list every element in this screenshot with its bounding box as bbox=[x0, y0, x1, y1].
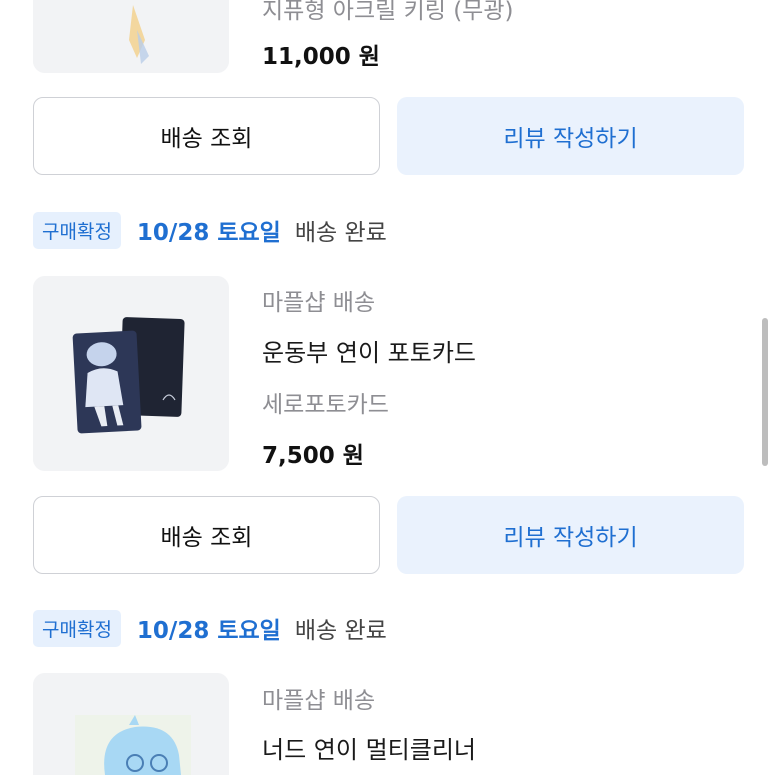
status-badge: 구매확정 bbox=[33, 211, 121, 249]
order-status-row: 구매확정 10/28 토요일 배송 완료 bbox=[33, 211, 387, 249]
product-title[interactable]: 너드 연이 멀티클리너 bbox=[262, 730, 476, 765]
shipping-label: 마플샵 배송 bbox=[262, 290, 376, 316]
product-price: 11,000 원 bbox=[262, 44, 380, 70]
track-delivery-button[interactable]: 배송 조회 bbox=[33, 496, 380, 574]
write-review-button[interactable]: 리뷰 작성하기 bbox=[397, 496, 744, 574]
delivery-status: 배송 완료 bbox=[294, 618, 387, 644]
product-thumbnail[interactable] bbox=[33, 276, 229, 471]
shipping-label: 마플샵 배송 bbox=[262, 688, 376, 714]
scrollbar-thumb[interactable] bbox=[762, 318, 768, 466]
order-date: 10/28 토요일 bbox=[136, 618, 281, 644]
product-option: 지퓨형 아크릴 키링 (무광) bbox=[262, 0, 514, 24]
photocard-image bbox=[33, 276, 229, 471]
order-status-row: 구매확정 10/28 토요일 배송 완료 bbox=[33, 609, 387, 647]
delivery-status: 배송 완료 bbox=[294, 220, 387, 246]
cleaner-image bbox=[33, 673, 229, 775]
product-thumbnail[interactable] bbox=[33, 0, 229, 73]
product-title[interactable]: 운동부 연이 포토카드 bbox=[262, 333, 476, 368]
product-price: 7,500 원 bbox=[262, 443, 364, 469]
write-review-button[interactable]: 리뷰 작성하기 bbox=[397, 97, 744, 175]
status-badge: 구매확정 bbox=[33, 609, 121, 647]
order-date: 10/28 토요일 bbox=[136, 220, 281, 246]
product-thumbnail[interactable] bbox=[33, 673, 229, 775]
product-image bbox=[33, 0, 229, 73]
track-delivery-button[interactable]: 배송 조회 bbox=[33, 97, 380, 175]
product-option: 세로포토카드 bbox=[262, 392, 389, 418]
